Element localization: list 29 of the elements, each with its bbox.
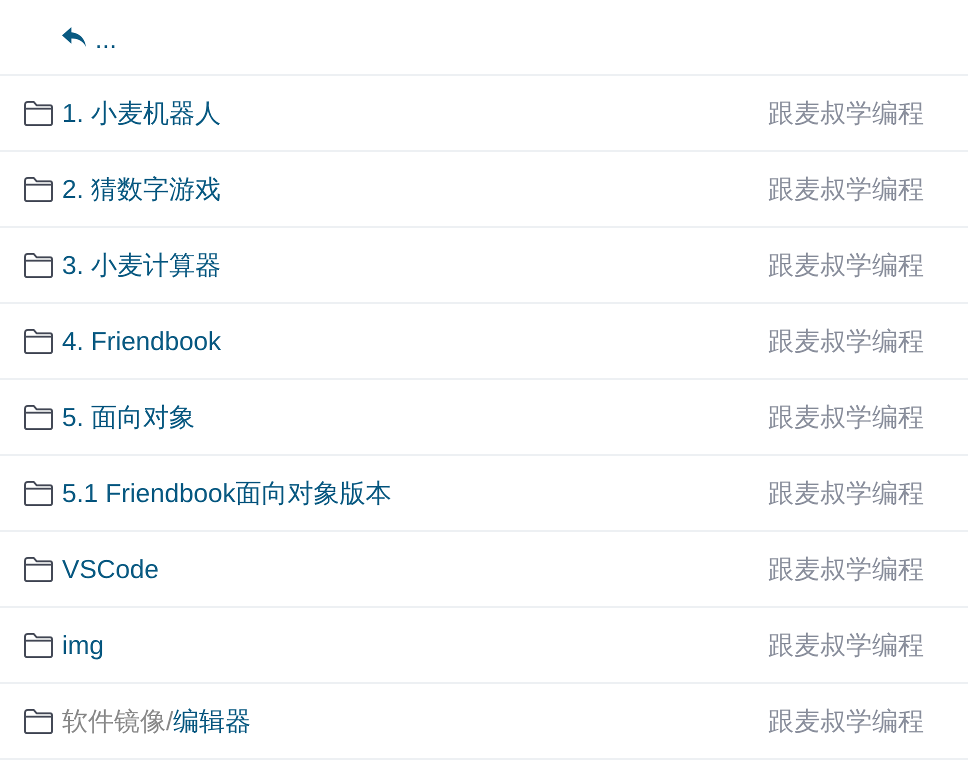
folder-link[interactable]: 4. Friendbook [62,326,221,356]
folder-icon [23,176,54,202]
reply-arrow-icon [62,26,87,48]
folder-icon [23,252,54,278]
commit-message: 跟麦叔学编程 [768,248,924,282]
folder-link[interactable]: 5. 面向对象 [62,400,195,434]
commit-message: 跟麦叔学编程 [768,400,924,434]
folder-icon [23,100,54,126]
folder-link[interactable]: 2. 猜数字游戏 [62,172,221,206]
folder-icon [23,480,54,506]
parent-directory-link[interactable]: ... [62,22,117,52]
commit-message: 跟麦叔学编程 [768,476,924,510]
commit-message: 跟麦叔学编程 [768,552,924,586]
folder-link[interactable]: 5.1 Friendbook面向对象版本 [62,476,392,510]
folder-link[interactable]: VSCode [62,554,159,584]
commit-message: 跟麦叔学编程 [768,628,924,662]
commit-message: 跟麦叔学编程 [768,96,924,130]
folder-link[interactable]: img [62,630,104,660]
commit-message: 跟麦叔学编程 [768,704,924,738]
folder-link[interactable]: 1. 小麦机器人 [62,96,221,130]
folder-icon [23,328,54,354]
folder-link[interactable]: 软件镜像/编辑器 [62,704,252,738]
commit-message: 跟麦叔学编程 [768,324,924,358]
folder-link[interactable]: 3. 小麦计算器 [62,248,221,282]
folder-icon [23,708,54,734]
folder-icon [23,632,54,658]
folder-icon [23,556,54,582]
folder-icon [23,404,54,430]
commit-message: 跟麦叔学编程 [768,172,924,206]
